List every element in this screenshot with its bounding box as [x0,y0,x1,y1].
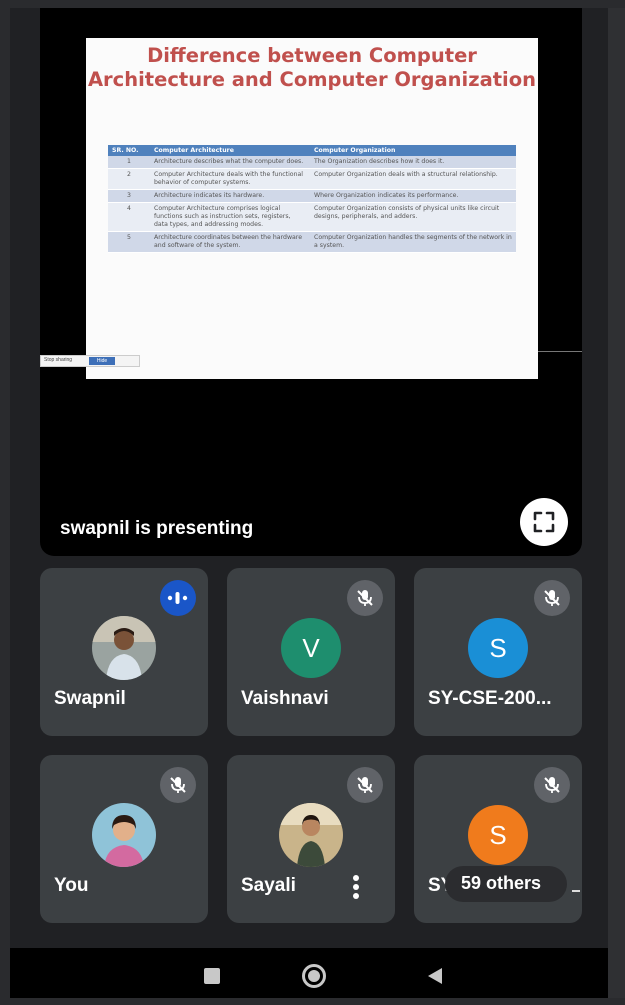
presenter-label: swapnil is presenting [60,518,254,539]
avatar: S [468,805,528,865]
participant-tile-vaishnavi[interactable]: V Vaishnavi [227,568,395,736]
participant-name: Vaishnavi [241,688,329,709]
table-cell: Architecture indicates its hardware. [150,189,310,203]
table-row: 4 Computer Architecture comprises logica… [108,202,516,232]
overflow-dash [572,890,580,892]
table-header-row: SR. NO. Computer Architecture Computer O… [108,145,516,156]
slide-title: Difference between Computer Architecture… [87,44,537,91]
mute-indicator [347,580,383,616]
others-label: 59 others [461,873,542,893]
table-cell: 2 [108,168,150,190]
avatar [92,616,156,680]
table-header: Computer Organization [310,145,516,156]
shared-slide: Difference between Computer Architecture… [86,38,538,379]
avatar: V [281,618,341,678]
fullscreen-icon [533,511,555,533]
comparison-table: SR. NO. Computer Architecture Computer O… [108,145,516,253]
table-cell: The Organization describes how it does i… [310,156,516,169]
table-row: 5 Architecture coordinates between the h… [108,231,516,253]
table-cell: Computer Architecture deals with the fun… [150,168,310,190]
table-cell: 4 [108,202,150,232]
table-cell: 5 [108,231,150,253]
participant-tile-you[interactable]: You [40,755,208,923]
avatar: S [468,618,528,678]
audio-level-icon [167,592,188,604]
mic-off-icon [544,590,560,606]
table-cell: Computer Organization deals with a struc… [310,168,516,190]
table-header: Computer Architecture [150,145,310,156]
table-cell: Where Organization indicates its perform… [310,189,516,203]
back-icon[interactable] [428,968,442,984]
table-header: SR. NO. [108,145,150,156]
fullscreen-button[interactable] [520,498,568,546]
participant-tile-sy-cse[interactable]: S SY-CSE-200... [414,568,582,736]
mute-indicator [534,580,570,616]
mic-off-icon [357,590,373,606]
avatar [92,803,156,867]
recents-icon[interactable] [204,968,220,984]
more-vert-icon [353,875,359,881]
table-cell: Computer Organization consists of physic… [310,202,516,232]
system-nav-bar [10,948,608,998]
participant-tile-sayali[interactable]: Sayali [227,755,395,923]
mute-indicator [534,767,570,803]
table-cell: 3 [108,189,150,203]
mic-off-icon [544,777,560,793]
presentation-tile[interactable]: Difference between Computer Architecture… [40,8,582,556]
participant-name: You [54,875,89,896]
table-cell: Computer Architecture comprises logical … [150,202,310,232]
participant-name: Sayali [241,875,296,896]
table-row: 2 Computer Architecture deals with the f… [108,168,516,190]
mic-off-icon [357,777,373,793]
home-icon[interactable] [302,964,326,988]
table-cell: 1 [108,156,150,169]
table-cell: Computer Organization handles the segmen… [310,231,516,253]
side-panel-edge [608,8,625,998]
table-cell: Architecture describes what the computer… [150,156,310,169]
share-overlay-button: Hide [89,357,115,365]
participant-tile-swapnil[interactable]: Swapnil [40,568,208,736]
table-cell: Architecture coordinates between the har… [150,231,310,253]
avatar [279,803,343,867]
table-row: 3 Architecture indicates its hardware. W… [108,189,516,203]
mute-indicator [347,767,383,803]
others-button[interactable]: 59 others [445,866,567,902]
slide-divider-line [538,351,582,352]
more-options-button[interactable] [349,873,363,903]
participant-name: Swapnil [54,688,126,709]
mute-indicator [160,767,196,803]
participant-name: SY-CSE-200... [428,688,552,709]
share-overlay-toolbar: Stop sharing Hide [40,355,140,367]
share-overlay-label: Stop sharing [44,357,73,363]
table-row: 1 Architecture describes what the comput… [108,156,516,169]
speaking-indicator [160,580,196,616]
mic-off-icon [170,777,186,793]
